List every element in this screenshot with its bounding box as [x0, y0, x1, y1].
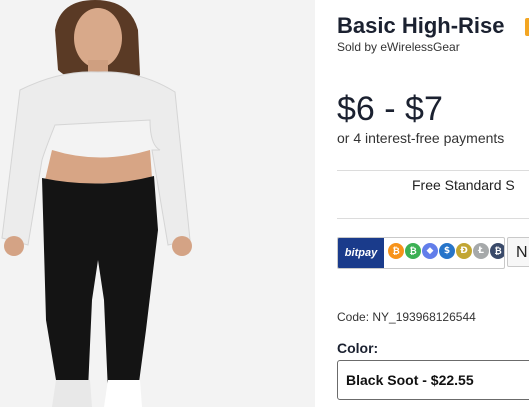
crypto-icons: ₿₿◆$ÐŁ₿● — [388, 243, 504, 259]
installments-text: or 4 interest-free payments — [337, 130, 505, 146]
bitpay-payment-badge[interactable]: bitpay ₿₿◆$ÐŁ₿● — [337, 237, 505, 269]
dogecoin-icon: Ð — [456, 243, 472, 259]
usdc-icon: $ — [439, 243, 455, 259]
title-badge-icon — [525, 18, 529, 36]
bitcoin-cash-icon: ₿ — [405, 243, 421, 259]
litecoin-icon: Ł — [473, 243, 489, 259]
divider — [337, 218, 529, 219]
price-range: $6 - $7 — [337, 90, 443, 128]
product-code: Code: NY_193968126544 — [337, 310, 476, 324]
divider — [337, 170, 529, 171]
color-label: Color: — [337, 340, 379, 356]
product-image[interactable] — [0, 0, 315, 407]
wrapped-btc-icon: ₿ — [490, 243, 504, 259]
bitpay-logo: bitpay — [338, 238, 384, 268]
next-payment-option[interactable]: N — [507, 237, 529, 267]
shipping-text: Free Standard S — [412, 177, 515, 193]
product-info-panel: Basic High-Rise Sold by eWirelessGear $6… — [315, 0, 529, 407]
model-photo — [0, 0, 315, 407]
ethereum-icon: ◆ — [422, 243, 438, 259]
bitcoin-icon: ₿ — [388, 243, 404, 259]
color-select[interactable]: Black Soot - $22.55 — [337, 360, 529, 400]
seller-label: Sold by eWirelessGear — [337, 40, 460, 54]
product-title: Basic High-Rise — [337, 13, 505, 38]
